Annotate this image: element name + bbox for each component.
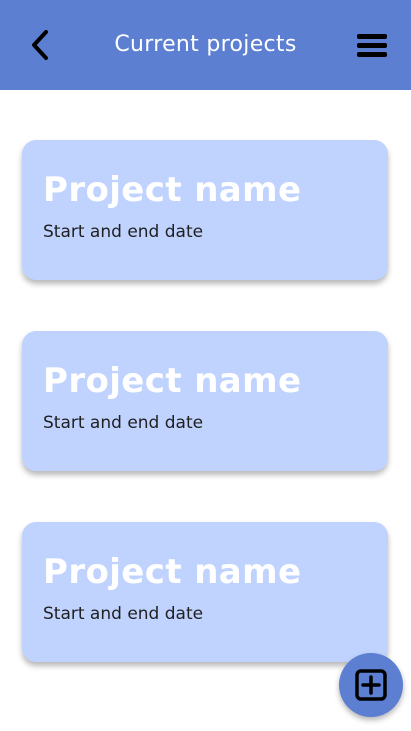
project-card[interactable]: Project name Start and end date: [22, 522, 388, 662]
add-box-icon: [355, 669, 387, 701]
page-title: Current projects: [114, 32, 297, 57]
project-dates: Start and end date: [43, 413, 204, 433]
top-app-bar: Current projects: [0, 0, 411, 90]
project-card[interactable]: Project name Start and end date: [22, 331, 388, 471]
project-dates: Start and end date: [43, 222, 204, 242]
add-project-button[interactable]: [339, 653, 403, 717]
back-button[interactable]: [22, 26, 58, 64]
menu-button[interactable]: [352, 26, 392, 64]
project-dates: Start and end date: [43, 604, 204, 624]
app-screen: Current projects Project name Start and …: [0, 0, 411, 731]
hamburger-menu-icon: [357, 34, 387, 57]
project-name: Project name: [43, 170, 302, 210]
project-card[interactable]: Project name Start and end date: [22, 140, 388, 280]
project-name: Project name: [43, 361, 302, 401]
project-name: Project name: [43, 552, 302, 592]
chevron-left-icon: [32, 30, 48, 60]
